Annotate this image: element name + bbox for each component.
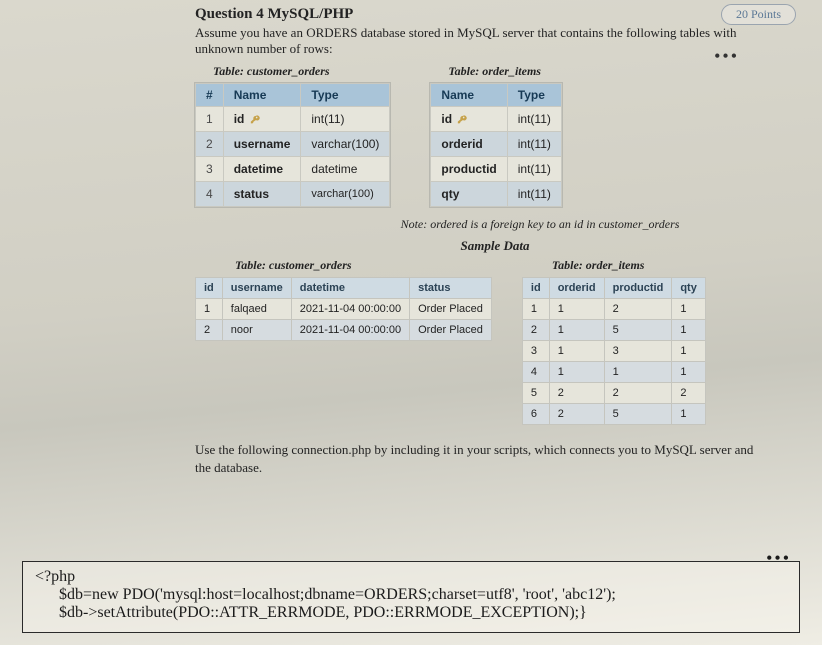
table-row: 5222 [522, 383, 705, 404]
schema-customer-orders: Table: customer_orders # Name Type 1 id … [195, 62, 390, 207]
table-row: 3 datetime datetime [196, 157, 390, 182]
table-row: 1121 [522, 299, 705, 320]
sample-data-title: Sample Data [235, 238, 755, 254]
sample-caption: Table: order_items [552, 258, 706, 273]
sample-customer-orders: Table: customer_orders id username datet… [195, 256, 492, 341]
more-icon[interactable]: ••• [714, 46, 739, 67]
col-type: Type [301, 84, 390, 107]
connection-instruction: Use the following connection.php by incl… [195, 441, 755, 476]
code-line: <?php [35, 568, 787, 586]
table-row: 4111 [522, 362, 705, 383]
code-box: ••• <?php $db=new PDO('mysql:host=localh… [22, 561, 800, 633]
schema-table-left: # Name Type 1 id int(11) 2 username varc… [195, 83, 390, 207]
table-row: 2151 [522, 320, 705, 341]
schema-caption: Table: customer_orders [213, 64, 390, 79]
col-type: Type [507, 84, 561, 107]
table-row: productid int(11) [431, 157, 561, 182]
table-row: 2 username varchar(100) [196, 132, 390, 157]
table-row: 4 status varchar(100) [196, 182, 390, 207]
col-name: Name [223, 84, 301, 107]
table-row: 6251 [522, 404, 705, 425]
more-icon[interactable]: ••• [766, 548, 791, 569]
schema-table-right: Name Type id int(11) orderid int(11) pro… [430, 83, 561, 207]
primary-key-icon [457, 115, 467, 125]
schema-caption: Table: order_items [448, 64, 561, 79]
col-num: # [196, 84, 224, 107]
table-row: id int(11) [431, 107, 561, 132]
table-row: 1 falqaed 2021-11-04 00:00:00 Order Plac… [196, 299, 492, 320]
col-name: Name [431, 84, 507, 107]
table-row: 2 noor 2021-11-04 00:00:00 Order Placed [196, 320, 492, 341]
sample-caption: Table: customer_orders [235, 258, 492, 273]
sample-order-items: Table: order_items id orderid productid … [522, 256, 706, 425]
intro-text: Assume you have an ORDERS database store… [195, 25, 755, 56]
schema-order-items: Table: order_items Name Type id int(11) … [430, 62, 561, 207]
table-row: 1 id int(11) [196, 107, 390, 132]
table-row: 3131 [522, 341, 705, 362]
question-title: Question 4 MySQL/PHP [195, 6, 755, 23]
table-row: qty int(11) [431, 182, 561, 207]
code-line: $db=new PDO('mysql:host=localhost;dbname… [35, 586, 787, 604]
question-sheet: ••• Question 4 MySQL/PHP Assume you have… [195, 6, 755, 476]
foreign-key-note: Note: ordered is a foreign key to an id … [345, 217, 735, 232]
sample-table-left: id username datetime status 1 falqaed 20… [195, 277, 492, 341]
primary-key-icon [250, 115, 260, 125]
sample-table-right: id orderid productid qty 1121 2151 3131 … [522, 277, 706, 425]
table-row: orderid int(11) [431, 132, 561, 157]
code-line: $db->setAttribute(PDO::ATTR_ERRMODE, PDO… [35, 604, 787, 622]
